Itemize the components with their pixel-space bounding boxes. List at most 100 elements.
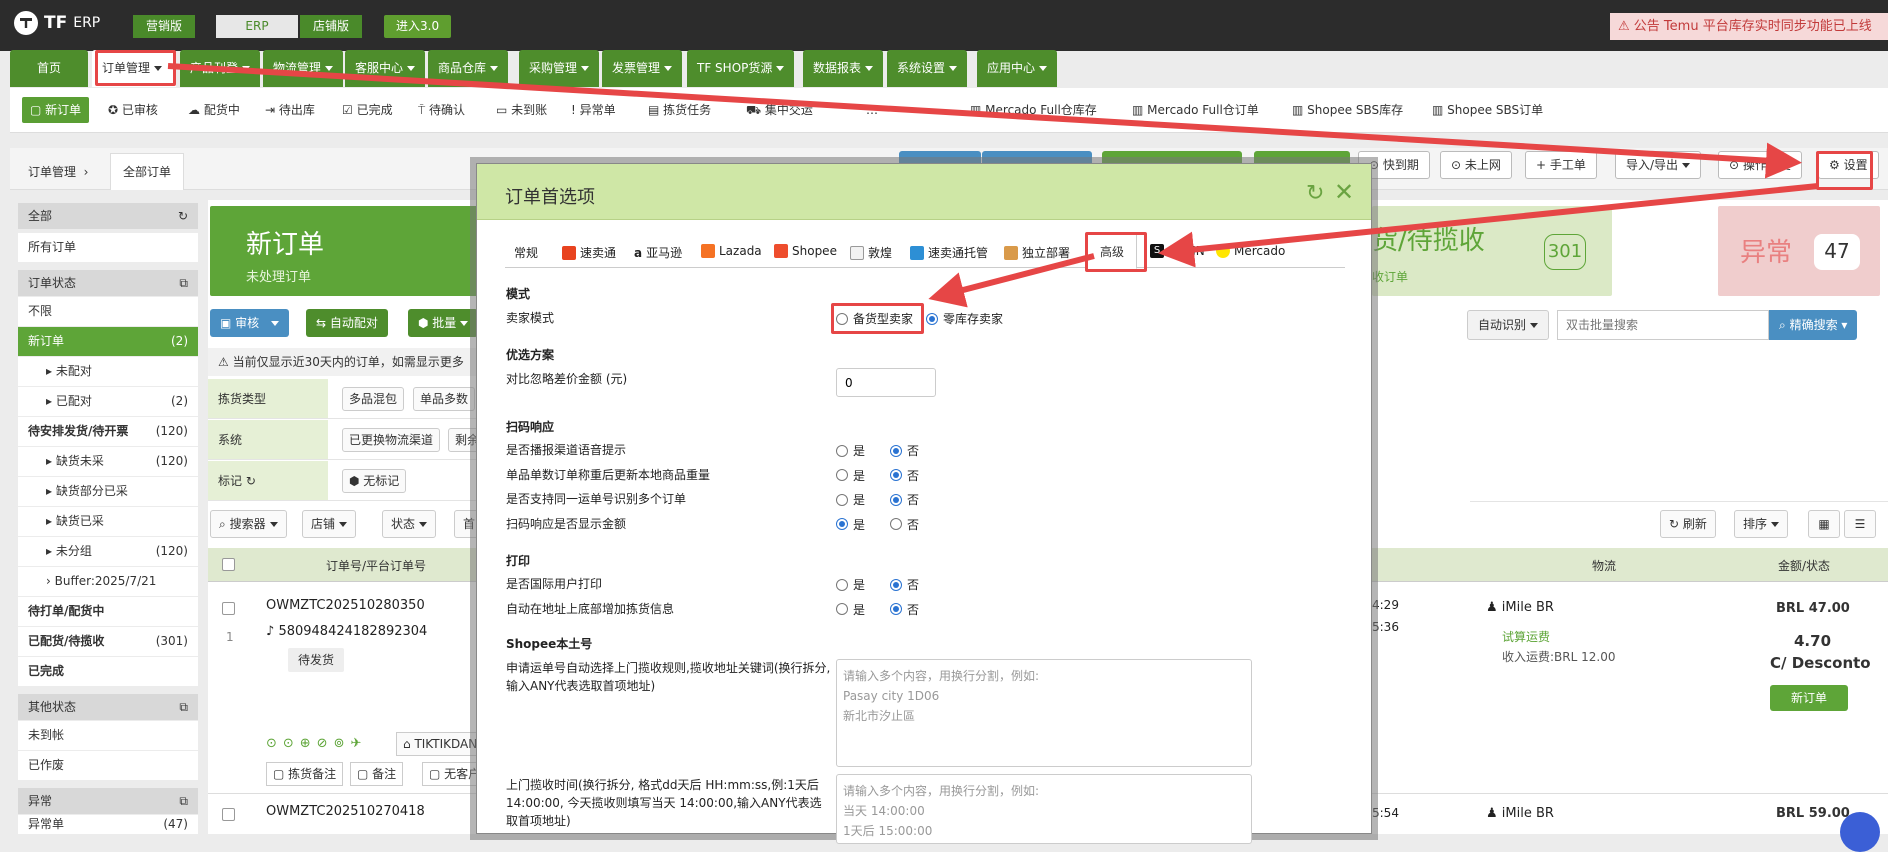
batch-button[interactable]: ⬢ 批量 xyxy=(408,309,479,337)
order-action-icons[interactable]: ⊙⊙⊕⊘⊚✈ xyxy=(266,736,367,751)
refresh-icon[interactable]: ↻ xyxy=(1306,181,1324,206)
kpi-shipped[interactable]: 货/待揽收 收订单 301 xyxy=(1372,206,1612,296)
close-icon[interactable]: ✕ xyxy=(1334,178,1354,206)
subnav-new-orders[interactable]: ▢ 新订单 xyxy=(22,97,90,123)
sidebar-item[interactable]: ▸ 缺货已采 xyxy=(18,507,198,536)
subnav-picking[interactable]: ☁ 配货中 xyxy=(182,97,246,123)
sidebar-item[interactable]: ▸ 已配对 (2) xyxy=(18,387,198,416)
customer-button[interactable]: ▢ 无客户 xyxy=(422,762,480,786)
col-amount[interactable]: 金额/状态 xyxy=(1778,557,1830,574)
batch-search-input[interactable] xyxy=(1557,310,1769,340)
setting-yes-radio[interactable]: 是 xyxy=(836,442,865,459)
sidebar-item[interactable]: ▸ 未配对 xyxy=(18,357,198,386)
subnav-pending-out[interactable]: ⇥ 待出库 xyxy=(259,97,321,123)
status-filter-button[interactable]: 状态 xyxy=(382,510,437,538)
subnav-more[interactable]: … xyxy=(860,97,884,123)
manual-order-button[interactable]: + 手工单 xyxy=(1525,151,1597,179)
setting-yes-radio[interactable]: 是 xyxy=(836,491,865,508)
nav-logistics[interactable]: 物流管理 xyxy=(263,50,344,87)
review-button[interactable]: ▣ 审核 xyxy=(210,309,289,337)
tab-general[interactable]: 常规 xyxy=(514,244,538,261)
enter-3-0-button[interactable]: 进入3.0 xyxy=(384,15,452,38)
subnav-shopee-sbs-stock[interactable]: ▥ Shopee SBS库存 xyxy=(1286,97,1409,123)
refresh-button[interactable]: ↻ 刷新 xyxy=(1660,510,1716,538)
nav-purchasing[interactable]: 采购管理 xyxy=(519,50,600,87)
shopee-address-textarea[interactable]: 请输入多个内容，用换行分割，例如: Pasay city 1D06 新北市汐止區 xyxy=(836,659,1252,767)
tab-shein[interactable]: S SHEIN xyxy=(1150,244,1205,258)
seller-mode-zero-stock-radio[interactable]: 零库存卖家 xyxy=(926,310,1003,327)
exact-search-button[interactable]: ⌕ 精确搜索 ▾ xyxy=(1769,310,1858,340)
tab-shopee[interactable]: Shopee xyxy=(774,244,837,258)
sidebar-item[interactable]: 不限 xyxy=(18,297,198,326)
notice-banner[interactable]: ⚠ 公告 Temu 平台库存实时同步功能已上线 xyxy=(1610,13,1888,40)
tab-amazon[interactable]: a 亚马逊 xyxy=(634,244,682,261)
subnav-unpaid[interactable]: ▭ 未到账 xyxy=(490,97,553,123)
setting-no-radio[interactable]: 否 xyxy=(890,601,919,618)
setting-no-radio[interactable]: 否 xyxy=(890,467,919,484)
sidebar-item[interactable]: ▸ 缺货部分已采 xyxy=(18,477,198,506)
tab-dhgate[interactable]: 敦煌 xyxy=(850,244,892,261)
auto-match-button[interactable]: ⇆ 自动配对 xyxy=(306,309,388,337)
sidebar-item[interactable]: › Buffer:2025/7/21 xyxy=(18,567,198,596)
sidebar-item[interactable]: 已作废 xyxy=(18,751,198,780)
sidebar-item[interactable]: 待安排发货/待开票 (120) xyxy=(18,417,198,446)
sort-button[interactable]: 排序 xyxy=(1734,510,1789,538)
sidebar-item[interactable]: 未到帐 xyxy=(18,721,198,750)
sidebar-item-all-orders[interactable]: 所有订单 xyxy=(18,233,198,262)
nav-warehouse[interactable]: 商品仓库 xyxy=(428,50,509,87)
trial-fee-link[interactable]: 试算运费 xyxy=(1502,628,1550,645)
sidebar-item[interactable]: ▸ 缺货未采 (120) xyxy=(18,447,198,476)
order-number[interactable]: OWMZTC202510270418 xyxy=(266,804,425,819)
row-checkbox[interactable] xyxy=(222,808,235,821)
list-view-icon[interactable]: ☰ xyxy=(1844,510,1876,538)
setting-yes-radio[interactable]: 是 xyxy=(836,601,865,618)
subnav-shopee-sbs-orders[interactable]: ▥ Shopee SBS订单 xyxy=(1426,97,1549,123)
setting-no-radio[interactable]: 否 xyxy=(890,516,919,533)
filter-chip[interactable]: 已更换物流渠道 xyxy=(342,428,441,452)
setting-no-radio[interactable]: 否 xyxy=(890,442,919,459)
version-tab-erp[interactable]: ERP xyxy=(216,15,298,38)
setting-yes-radio[interactable]: 是 xyxy=(836,467,865,484)
filter-chip[interactable]: 单品多数 xyxy=(413,387,476,411)
subnav-pick-task[interactable]: ▤ 拣货任务 xyxy=(642,97,717,123)
sidebar-item[interactable]: 已配货/待揽收 (301) xyxy=(18,627,198,656)
nav-app-center[interactable]: 应用中心 xyxy=(977,50,1058,87)
chat-bubble-icon[interactable] xyxy=(1840,812,1880,852)
subnav-mercado-full-orders[interactable]: ▥ Mercado Full仓订单 xyxy=(1126,97,1265,123)
filter-chip[interactable]: 多品混包 xyxy=(342,387,405,411)
nav-product-listing[interactable]: 产品刊登 xyxy=(180,50,261,87)
sidebar-header-all[interactable]: 全部 ↻ xyxy=(18,203,198,229)
nav-home[interactable]: 首页 xyxy=(10,50,88,87)
refresh-icon[interactable]: ↻ xyxy=(178,203,188,229)
nav-customer-service[interactable]: 客服中心 xyxy=(345,50,426,87)
setting-no-radio[interactable]: 否 xyxy=(890,576,919,593)
version-tab-shop[interactable]: 店铺版 xyxy=(300,15,363,38)
shop-filter-button[interactable]: 店铺 xyxy=(302,510,357,538)
history-button[interactable]: ⊙ 操作历史 xyxy=(1718,151,1802,179)
kpi-new-orders[interactable]: 新订单 未处理订单 xyxy=(210,206,480,296)
select-all-checkbox[interactable] xyxy=(222,558,235,571)
order-state-button[interactable]: 新订单 xyxy=(1770,685,1848,711)
refresh-icon[interactable]: ↻ xyxy=(246,474,256,488)
order-number[interactable]: OWMZTC202510280350 xyxy=(266,598,425,613)
tab-lazada[interactable]: Lazada xyxy=(701,244,762,258)
sidebar-item-new-orders[interactable]: 新订单 (2) xyxy=(18,327,198,356)
setting-no-radio[interactable]: 否 xyxy=(890,491,919,508)
version-tab-marketing[interactable]: 营销版 xyxy=(133,15,196,38)
subnav-mercado-full-stock[interactable]: ▥ Mercado Full仓库存 xyxy=(964,97,1103,123)
grid-view-icon[interactable]: ▦ xyxy=(1808,510,1840,538)
tab-all-orders[interactable]: 全部订单 xyxy=(110,153,185,190)
setting-yes-radio[interactable]: 是 xyxy=(836,576,865,593)
nav-tf-shop[interactable]: TF SHOP货源 xyxy=(687,50,795,87)
breadcrumb[interactable]: 订单管理 › xyxy=(28,163,88,180)
nav-system-settings[interactable]: 系统设置 xyxy=(887,50,968,87)
subnav-to-confirm[interactable]: ⍑ 待确认 xyxy=(412,97,471,123)
pick-note-button[interactable]: ▢ 拣货备注 xyxy=(266,762,344,786)
platform-order-number[interactable]: ♪ 580948424182892304 xyxy=(266,624,427,639)
sidebar-item[interactable]: 待打单/配货中 xyxy=(18,597,198,626)
note-button[interactable]: ▢ 备注 xyxy=(350,762,404,786)
col-logistics[interactable]: 物流 xyxy=(1592,557,1616,574)
subnav-exception[interactable]: ! 异常单 xyxy=(565,97,622,123)
diff-amount-input[interactable] xyxy=(836,368,936,397)
setting-yes-radio[interactable]: 是 xyxy=(836,516,865,533)
